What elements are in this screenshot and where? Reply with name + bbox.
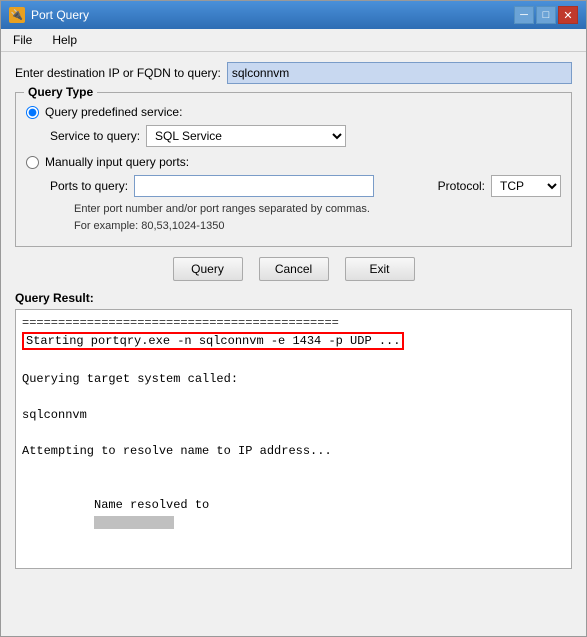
querying-label: Querying target system called: [22,370,565,388]
sqlconnvm-text: sqlconnvm [22,406,565,424]
resolved-line: Name resolved to [22,478,565,550]
protocol-label: Protocol: [438,179,485,193]
query-type-group: Query Type Query predefined service: Ser… [15,92,572,247]
menu-file[interactable]: File [5,31,40,49]
querying-text: querying... [22,568,565,569]
manual-radio[interactable] [26,156,39,169]
blank1 [22,352,565,370]
predefined-label[interactable]: Query predefined service: [45,105,182,119]
protocol-select[interactable]: TCP UDP Both [491,175,561,197]
predefined-radio-row: Query predefined service: [26,105,561,119]
ports-row: Ports to query: Protocol: TCP UDP Both [50,175,561,197]
starting-line: Starting portqry.exe -n sqlconnvm -e 143… [22,332,565,350]
close-button[interactable]: ✕ [558,6,578,24]
cancel-button[interactable]: Cancel [259,257,329,281]
main-content: Enter destination IP or FQDN to query: Q… [1,52,586,579]
result-wrapper: ========================================… [15,309,572,569]
ports-input[interactable] [134,175,374,197]
ports-label: Ports to query: [50,179,128,193]
starting-text: Starting portqry.exe -n sqlconnvm -e 143… [22,332,404,350]
predefined-radio[interactable] [26,106,39,119]
manual-radio-row: Manually input query ports: [26,155,561,169]
separator-line: ========================================… [22,314,565,332]
exit-button[interactable]: Exit [345,257,415,281]
blank4 [22,460,565,478]
blank2 [22,388,565,406]
title-bar-left: 🔌 Port Query [9,7,89,23]
ip-redacted-box [94,516,174,529]
manual-label[interactable]: Manually input query ports: [45,155,189,169]
service-row: Service to query: SQL Service [50,125,561,147]
destination-label: Enter destination IP or FQDN to query: [15,66,221,80]
service-select[interactable]: SQL Service [146,125,346,147]
result-area[interactable]: ========================================… [15,309,572,569]
blank5 [22,550,565,568]
query-type-title: Query Type [24,85,97,99]
title-bar: 🔌 Port Query ─ □ ✕ [1,1,586,29]
hint-line1: Enter port number and/or port ranges sep… [74,203,370,215]
button-row: Query Cancel Exit [15,257,572,281]
main-window: 🔌 Port Query ─ □ ✕ File Help Enter desti… [0,0,587,637]
resolved-prefix: Name resolved to [94,498,216,512]
result-label: Query Result: [15,291,572,305]
title-controls: ─ □ ✕ [514,6,578,24]
maximize-button[interactable]: □ [536,6,556,24]
destination-row: Enter destination IP or FQDN to query: [15,62,572,84]
hint-line2: For example: 80,53,1024-1350 [74,220,224,232]
resolving-text: Attempting to resolve name to IP address… [22,442,565,460]
blank3 [22,424,565,442]
window-title: Port Query [31,8,89,22]
service-label: Service to query: [50,129,140,143]
hint-text: Enter port number and/or port ranges sep… [74,201,561,234]
destination-input[interactable] [227,62,572,84]
query-button[interactable]: Query [173,257,243,281]
menu-bar: File Help [1,29,586,52]
menu-help[interactable]: Help [44,31,85,49]
app-icon: 🔌 [9,7,25,23]
minimize-button[interactable]: ─ [514,6,534,24]
